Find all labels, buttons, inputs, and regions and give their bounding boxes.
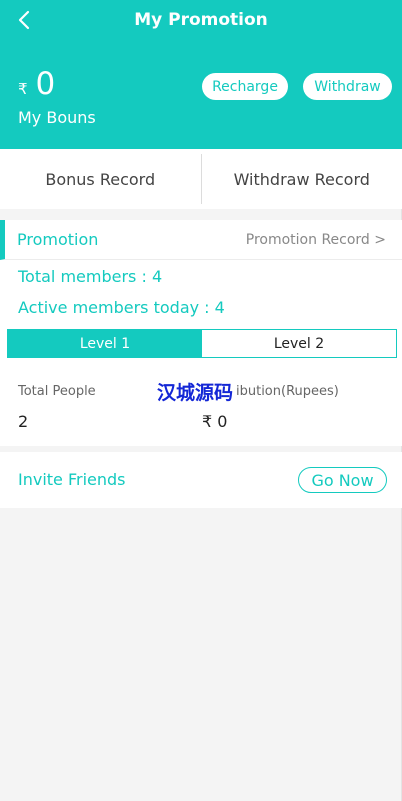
active-members-today: Active members today : 4 <box>18 298 225 317</box>
go-now-button[interactable]: Go Now <box>298 467 387 493</box>
contribution-label: ibution(Rupees) <box>236 384 339 399</box>
bonus-record-button[interactable]: Bonus Record <box>0 149 201 209</box>
currency-symbol: ₹ <box>18 80 28 98</box>
balance-label: My Bouns <box>18 108 96 127</box>
header-bar: My Promotion ₹ 0 My Bouns Recharge Withd… <box>0 0 402 149</box>
balance-amount: 0 <box>35 66 56 102</box>
level-tabs: Level 1 Level 2 <box>7 329 397 358</box>
withdraw-record-button[interactable]: Withdraw Record <box>202 149 402 209</box>
promotion-header: Promotion Promotion Record > <box>0 220 402 260</box>
watermark-text: 汉城源码 <box>157 382 234 404</box>
contribution-value: ₹ 0 <box>202 412 228 431</box>
invite-friends-label: Invite Friends <box>18 470 126 489</box>
invite-row: Invite Friends Go Now <box>0 452 402 508</box>
promotion-record-link[interactable]: Promotion Record > <box>246 232 386 248</box>
total-people-value: 2 <box>18 412 29 431</box>
tab-level-2[interactable]: Level 2 <box>202 330 396 357</box>
withdraw-button[interactable]: Withdraw <box>303 73 392 100</box>
promotion-title: Promotion <box>17 230 99 249</box>
total-people-label: Total People <box>18 384 96 399</box>
recharge-button[interactable]: Recharge <box>202 73 288 100</box>
records-bar: Bonus Record Withdraw Record <box>0 149 402 209</box>
tab-level-1[interactable]: Level 1 <box>8 330 202 357</box>
page-title: My Promotion <box>134 10 268 30</box>
total-members: Total members : 4 <box>18 267 163 286</box>
bonus-balance: ₹ 0 <box>18 66 55 102</box>
promotion-card: Promotion Promotion Record > Total membe… <box>0 220 402 446</box>
